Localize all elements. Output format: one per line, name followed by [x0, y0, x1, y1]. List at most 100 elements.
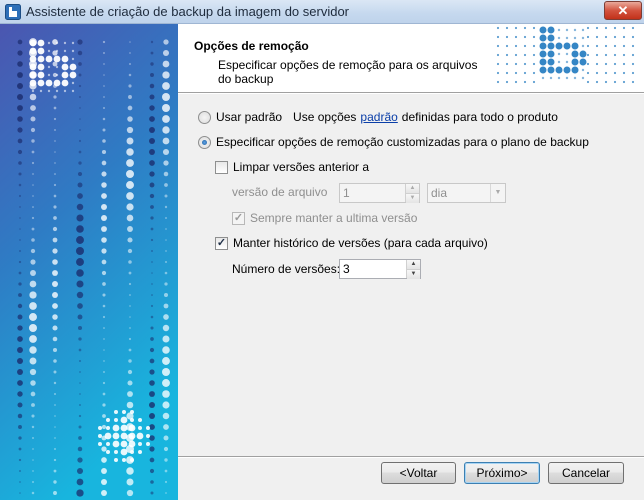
age-unit-select[interactable]: dia ▼	[427, 183, 506, 203]
decor-dot	[17, 369, 23, 375]
decor-dot	[586, 80, 590, 84]
decor-dot	[77, 50, 83, 56]
decor-dot	[31, 139, 35, 143]
decor-dot	[31, 480, 35, 484]
use-default-radio[interactable]	[198, 110, 211, 124]
use-default-option[interactable]: Usar padrão Use opções padrão definidas …	[198, 110, 558, 124]
decor-dot	[61, 55, 69, 63]
decor-dot	[76, 247, 84, 255]
decor-dot	[98, 426, 102, 430]
decor-dot	[63, 49, 67, 53]
stepper-down-icon[interactable]: ▼	[406, 193, 419, 203]
decor-dot	[63, 41, 67, 45]
decor-dot	[622, 62, 626, 66]
decor-dot	[571, 66, 579, 74]
decor-dot	[555, 42, 563, 50]
decor-dot	[622, 80, 626, 84]
decor-dot	[581, 36, 585, 40]
decor-dot	[539, 26, 547, 34]
decor-dot	[613, 80, 617, 84]
decor-dot	[164, 469, 168, 473]
next-button[interactable]: Próximo>	[464, 462, 540, 484]
wizard-header: Opções de remoção Especificar opções de …	[178, 24, 644, 92]
decor-dot	[63, 89, 67, 93]
decor-dot	[150, 73, 154, 77]
decor-dot	[29, 368, 37, 376]
clean-old-option[interactable]: Limpar versões anterior a	[215, 160, 369, 174]
version-age-stepper[interactable]: 1 ▲ ▼	[339, 183, 420, 203]
decor-dot	[595, 53, 599, 57]
decor-dot	[622, 35, 626, 39]
cancel-button[interactable]: Cancelar	[548, 462, 624, 484]
decor-dot	[120, 416, 128, 424]
decor-dot	[54, 415, 56, 417]
decor-dot	[149, 457, 155, 463]
decor-dot	[78, 73, 82, 77]
decor-dot	[122, 410, 126, 414]
decor-dot	[127, 380, 133, 386]
decor-dot	[17, 336, 23, 342]
decor-dot	[79, 371, 81, 373]
decor-dot	[541, 76, 545, 80]
close-button[interactable]: ✕	[604, 1, 642, 20]
decor-dot	[32, 173, 34, 175]
chevron-down-icon[interactable]: ▼	[490, 184, 505, 202]
decor-dot	[45, 55, 53, 63]
decor-dot	[150, 238, 154, 242]
decor-dot	[32, 195, 34, 197]
custom-label: Especificar opções de remoção customizad…	[216, 135, 589, 149]
decor-dot	[162, 335, 170, 343]
decor-dot	[128, 282, 132, 286]
decor-dot	[31, 436, 35, 440]
decor-dot	[103, 85, 105, 87]
decor-dot	[76, 291, 84, 299]
decor-dot	[563, 66, 571, 74]
count-up-icon[interactable]: ▲	[407, 260, 420, 269]
decor-dot	[557, 28, 561, 32]
count-down-icon[interactable]: ▼	[407, 269, 420, 279]
stepper-up-icon[interactable]: ▲	[406, 184, 419, 193]
decor-dot	[129, 52, 131, 54]
decor-dot	[523, 44, 527, 48]
decor-dot	[571, 58, 579, 66]
keep-last-option[interactable]: ✓ Sempre manter a ultima versão	[232, 211, 417, 225]
decor-dot	[539, 34, 547, 42]
decor-dot	[112, 440, 120, 448]
decor-dot	[613, 71, 617, 75]
decor-dot	[129, 305, 131, 307]
decor-dot	[631, 62, 635, 66]
decor-dot	[52, 61, 58, 67]
clean-old-checkbox[interactable]	[215, 160, 228, 174]
keep-last-checkbox[interactable]: ✓	[232, 211, 245, 225]
decor-dot	[631, 71, 635, 75]
version-count-stepper[interactable]: 3 ▲ ▼	[339, 259, 421, 279]
decor-dot	[61, 63, 69, 71]
decor-dot	[631, 80, 635, 84]
history-checkbox[interactable]: ✓	[215, 236, 228, 250]
custom-radio[interactable]	[198, 135, 211, 149]
decor-dot	[128, 73, 132, 77]
decor-dot	[595, 62, 599, 66]
back-button[interactable]: <Voltar	[381, 462, 456, 484]
history-option[interactable]: ✓ Manter histórico de versões (para cada…	[215, 236, 488, 250]
decor-dot	[565, 76, 569, 80]
decor-dot	[77, 182, 83, 188]
decor-dot	[613, 53, 617, 57]
decor-dot	[101, 457, 107, 463]
decor-dot	[128, 84, 132, 88]
decor-dot	[128, 260, 132, 264]
decor-dot	[613, 62, 617, 66]
default-settings-link[interactable]: padrão	[360, 110, 397, 124]
decor-dot	[79, 118, 81, 120]
decor-dot	[149, 127, 155, 133]
decor-dot	[37, 39, 45, 47]
decor-dot	[622, 71, 626, 75]
decor-dot	[53, 95, 57, 99]
custom-option[interactable]: Especificar opções de remoção customizad…	[198, 135, 589, 149]
decor-dot	[78, 161, 82, 165]
decor-dot	[45, 79, 53, 87]
decor-dot	[165, 239, 167, 241]
decor-dot	[102, 315, 106, 319]
decor-dot	[76, 478, 84, 486]
decor-dot	[149, 391, 155, 397]
